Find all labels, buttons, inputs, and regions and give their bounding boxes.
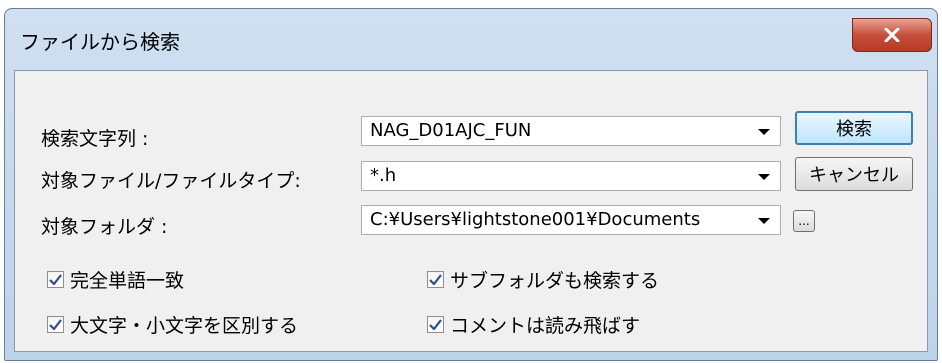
chevron-down-icon[interactable] [758, 129, 770, 135]
option-whole-word[interactable]: 完全単語一致 [47, 266, 184, 293]
filetype-combo[interactable]: *.h [361, 161, 781, 191]
close-button[interactable] [852, 18, 932, 52]
search-string-combo[interactable]: NAG_D01AJC_FUN [361, 116, 781, 146]
check-icon [429, 274, 442, 285]
option-label: サブフォルダも検索する [450, 270, 660, 292]
chevron-down-icon[interactable] [758, 174, 770, 180]
check-icon [49, 319, 62, 330]
chevron-down-icon[interactable] [758, 218, 770, 224]
close-icon [884, 28, 900, 42]
option-case-sensitive[interactable]: 大文字・小文字を区別する [47, 311, 298, 338]
search-string-value: NAG_D01AJC_FUN [370, 120, 532, 141]
search-string-label: 検索文字列 : [41, 128, 149, 150]
option-label: 大文字・小文字を区別する [70, 315, 299, 337]
check-icon [49, 274, 62, 285]
window-title: ファイルから検索 [20, 30, 180, 54]
folder-label: 対象フォルダ : [41, 216, 168, 238]
checkbox[interactable] [427, 271, 444, 288]
search-button[interactable]: 検索 [795, 111, 913, 145]
filetype-value: *.h [370, 165, 397, 186]
cancel-button[interactable]: キャンセル [795, 157, 913, 191]
folder-value: C:¥Users¥lightstone001¥Documents [370, 209, 701, 230]
dialog-window: ファイルから検索 検索文字列 : NAG_D01AJC_FUN 検索 対象ファイ… [4, 8, 938, 361]
checkbox[interactable] [427, 316, 444, 333]
checkbox[interactable] [47, 316, 64, 333]
filetype-label: 対象ファイル/ファイルタイプ: [41, 170, 301, 192]
browse-folder-button[interactable]: ... [793, 210, 815, 232]
checkbox[interactable] [47, 271, 64, 288]
dialog-client-area: 検索文字列 : NAG_D01AJC_FUN 検索 対象ファイル/ファイルタイプ… [14, 70, 928, 352]
option-label: コメントは読み飛ばす [450, 315, 641, 337]
folder-combo[interactable]: C:¥Users¥lightstone001¥Documents [361, 205, 781, 235]
option-subfolders[interactable]: サブフォルダも検索する [427, 266, 659, 293]
option-label: 完全単語一致 [70, 270, 185, 292]
option-skip-comments[interactable]: コメントは読み飛ばす [427, 311, 640, 338]
check-icon [429, 319, 442, 330]
